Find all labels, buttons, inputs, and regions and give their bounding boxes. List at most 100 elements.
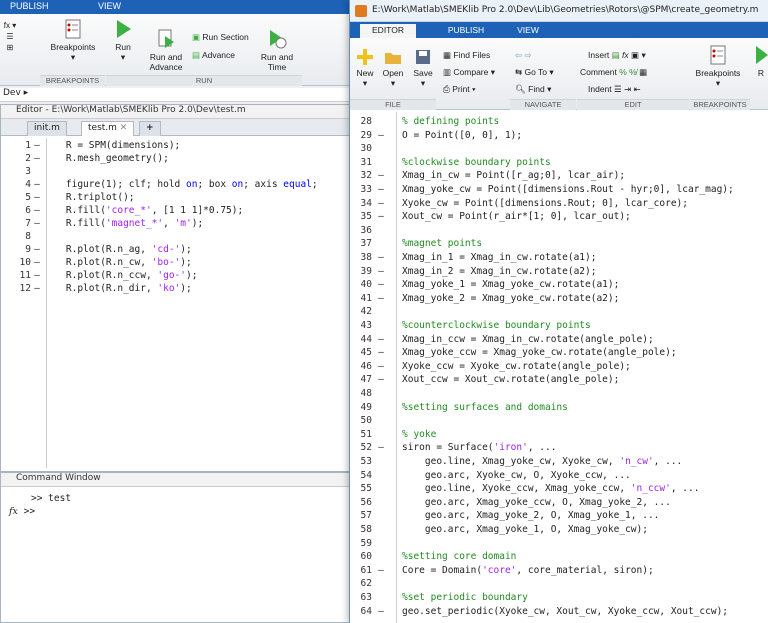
close-icon[interactable]: ✕ bbox=[120, 123, 128, 133]
compare-button[interactable]: ▥ Compare ▾ bbox=[443, 67, 505, 78]
run-section-icon: ▣ bbox=[192, 32, 201, 42]
find-files-button[interactable]: ▦ Find Files bbox=[443, 50, 505, 61]
tab-editor[interactable]: EDITOR bbox=[360, 24, 416, 38]
save-icon bbox=[416, 50, 430, 64]
open-button[interactable]: Open ▾ bbox=[380, 48, 406, 89]
tab-init-m[interactable]: init.m bbox=[27, 121, 67, 136]
back-ribbon-tabs: PUBLISH VIEW bbox=[0, 0, 360, 14]
tab-publish[interactable]: PUBLISH bbox=[438, 24, 494, 38]
front-ribbon: New ▾ Open ▾ Save ▾ ▦ Find Files ▥ Compare … bbox=[350, 38, 768, 110]
breakpoints-button[interactable]: Breakpoints ▾ bbox=[48, 18, 98, 63]
code-line: 43 %counterclockwise boundary points bbox=[360, 320, 591, 331]
code-line: 48 bbox=[360, 388, 372, 399]
command-window-title: Command Window bbox=[1, 473, 349, 487]
uncomment-icon[interactable]: %̸ bbox=[629, 67, 637, 77]
indent-row[interactable]: Indent ☰ ⇥ ⇤ bbox=[588, 84, 683, 95]
forward-arrow-icon[interactable]: ⇨ bbox=[525, 50, 532, 60]
fx-tools[interactable]: fx ▾ ☰ ⊞ bbox=[0, 20, 20, 53]
code-line: 28% defining points bbox=[360, 116, 500, 127]
code-line: 62 bbox=[360, 578, 372, 590]
back-arrow-icon[interactable]: ⇦ bbox=[515, 50, 522, 60]
breakpoints-button-front[interactable]: Breakpoints ▾ bbox=[692, 44, 744, 89]
comment-row[interactable]: Comment % %̸ ▦ bbox=[580, 67, 675, 78]
current-folder-bar[interactable]: Dev ▸ bbox=[0, 88, 350, 102]
run-button-front[interactable]: R bbox=[754, 44, 768, 78]
editor-window-titlebar: E:\Work\Matlab\SMEKlib Pro 2.0\Dev\Lib\G… bbox=[350, 0, 768, 22]
tab-view-back[interactable]: VIEW bbox=[98, 1, 121, 11]
tab-view[interactable]: VIEW bbox=[508, 24, 548, 38]
code-line: 45– Xmag_yoke_ccw = Xmag_yoke_cw.rotate(a… bbox=[360, 347, 677, 359]
find-label: Find bbox=[528, 84, 545, 94]
decrease-indent-icon[interactable]: ⇤ bbox=[634, 84, 641, 94]
code-line: 5– R.triplot(); bbox=[25, 192, 135, 203]
comment-icon[interactable]: % bbox=[619, 67, 627, 77]
smart-indent-icon[interactable]: ☰ bbox=[614, 84, 622, 94]
save-button[interactable]: Save ▾ bbox=[410, 48, 436, 89]
run-and-time-label: Run and Time bbox=[260, 52, 294, 72]
find-button[interactable]: 🔍︎ Find ▾ bbox=[515, 84, 570, 95]
code-line: 41– Xmag_yoke_2 = Xmag_yoke_cw.rotate(a2)… bbox=[360, 292, 620, 304]
tab-init-label: init.m bbox=[34, 123, 60, 133]
open-label: Open bbox=[382, 68, 404, 78]
run-icon bbox=[756, 46, 768, 64]
run-advance-icon bbox=[158, 29, 174, 48]
fx-insert-icon[interactable]: fx bbox=[622, 50, 629, 60]
code-line: 33– Xmag_yoke_cw = Point([dimensions.Rout… bbox=[360, 184, 734, 195]
command-prompt[interactable]: fx >> bbox=[9, 506, 35, 519]
code-area-back[interactable]: 1– R = SPM(dimensions); 2– R.mesh_geometr… bbox=[1, 138, 349, 468]
insert-function-icon[interactable]: ▣ bbox=[631, 50, 639, 60]
go-to-button[interactable]: ⇆ Go To ▾ bbox=[515, 67, 570, 78]
run-label: Run bbox=[115, 42, 131, 52]
nav-arrows[interactable]: ⇦ ⇨ bbox=[515, 50, 555, 61]
wrap-comments-icon[interactable]: ▦ bbox=[639, 67, 647, 77]
code-line: 52– siron = Surface('iron', ... bbox=[360, 442, 557, 454]
code-line: 64– geo.set_periodic(Xyoke_cw, Xout_cw, X… bbox=[360, 605, 729, 617]
editor-tabs: init.m test.m ✕ + bbox=[1, 119, 349, 136]
run-label-front: R bbox=[757, 68, 765, 78]
new-tab-label: + bbox=[146, 123, 154, 133]
insert-row[interactable]: Insert ▤ fx ▣ ▾ bbox=[588, 50, 683, 61]
code-line: 1– R = SPM(dimensions); bbox=[25, 140, 181, 151]
insert-label: Insert bbox=[588, 50, 610, 60]
breakpoints-icon bbox=[710, 45, 726, 65]
search-icon: 🔍︎ bbox=[515, 84, 526, 94]
code-line: 49 %setting surfaces and domains bbox=[360, 401, 568, 413]
go-to-icon: ⇆ bbox=[515, 67, 523, 77]
command-window: Command Window >> test fx >> bbox=[0, 472, 350, 623]
code-area-front[interactable]: 28% defining points 29– O = Point([0, 0], … bbox=[350, 112, 768, 623]
print-button[interactable]: ⎙ Print ▾ bbox=[443, 84, 505, 95]
code-line: 61– Core = Domain('core', core_material, … bbox=[360, 564, 654, 576]
insert-section-icon[interactable]: ▤ bbox=[612, 50, 620, 60]
fx-icon: fx bbox=[9, 506, 18, 517]
run-button[interactable]: Run ▾ bbox=[110, 18, 136, 63]
run-section-label: Run Section bbox=[202, 32, 249, 42]
group-run-back: RUN bbox=[106, 75, 302, 86]
new-tab-button[interactable]: + bbox=[139, 121, 161, 136]
code-line: 6– R.fill('core_*', [1 1 1]*0.75); bbox=[25, 205, 244, 216]
code-line: 3 bbox=[25, 166, 31, 177]
group-breakpoints-back: BREAKPOINTS bbox=[40, 75, 105, 86]
code-line: 44– Xmag_in_ccw = Xmag_in_cw.rotate(angle… bbox=[360, 333, 654, 345]
code-line: 32– Xmag_in_cw = Point([r_ag;0], lcar_air… bbox=[360, 170, 626, 182]
code-line: 12– R.plot(R.n_dir, 'ko'); bbox=[19, 283, 192, 294]
run-and-time-button[interactable]: Run and Time bbox=[258, 18, 296, 82]
group-edit: EDIT bbox=[577, 99, 689, 110]
command-history-line: >> test bbox=[31, 493, 72, 504]
find-files-label: Find Files bbox=[453, 50, 491, 60]
code-line: 59 bbox=[360, 537, 372, 549]
compare-icon: ▥ bbox=[443, 67, 452, 77]
advance-button[interactable]: ▤ Advance bbox=[192, 50, 254, 61]
tab-test-m[interactable]: test.m ✕ bbox=[81, 121, 135, 136]
comment-label: Comment bbox=[580, 67, 617, 77]
code-line: 9– R.plot(R.n_ag, 'cd-'); bbox=[25, 244, 192, 255]
group-file: FILE bbox=[350, 99, 436, 110]
run-and-advance-button[interactable]: Run and Advance bbox=[145, 18, 187, 82]
new-button[interactable]: New ▾ bbox=[352, 48, 378, 89]
advance-label: Advance bbox=[201, 50, 236, 60]
code-line: 58 geo.arc, Xmag_yoke_1, O, Xmag_yoke_cw… bbox=[360, 524, 648, 535]
tab-publish-back[interactable]: PUBLISH bbox=[10, 1, 49, 11]
increase-indent-icon[interactable]: ⇥ bbox=[624, 84, 631, 94]
new-label: New bbox=[356, 68, 374, 78]
code-line: 40– Xmag_yoke_1 = Xmag_yoke_cw.rotate(a1)… bbox=[360, 279, 620, 291]
run-section-button[interactable]: ▣ Run Section bbox=[192, 32, 254, 43]
